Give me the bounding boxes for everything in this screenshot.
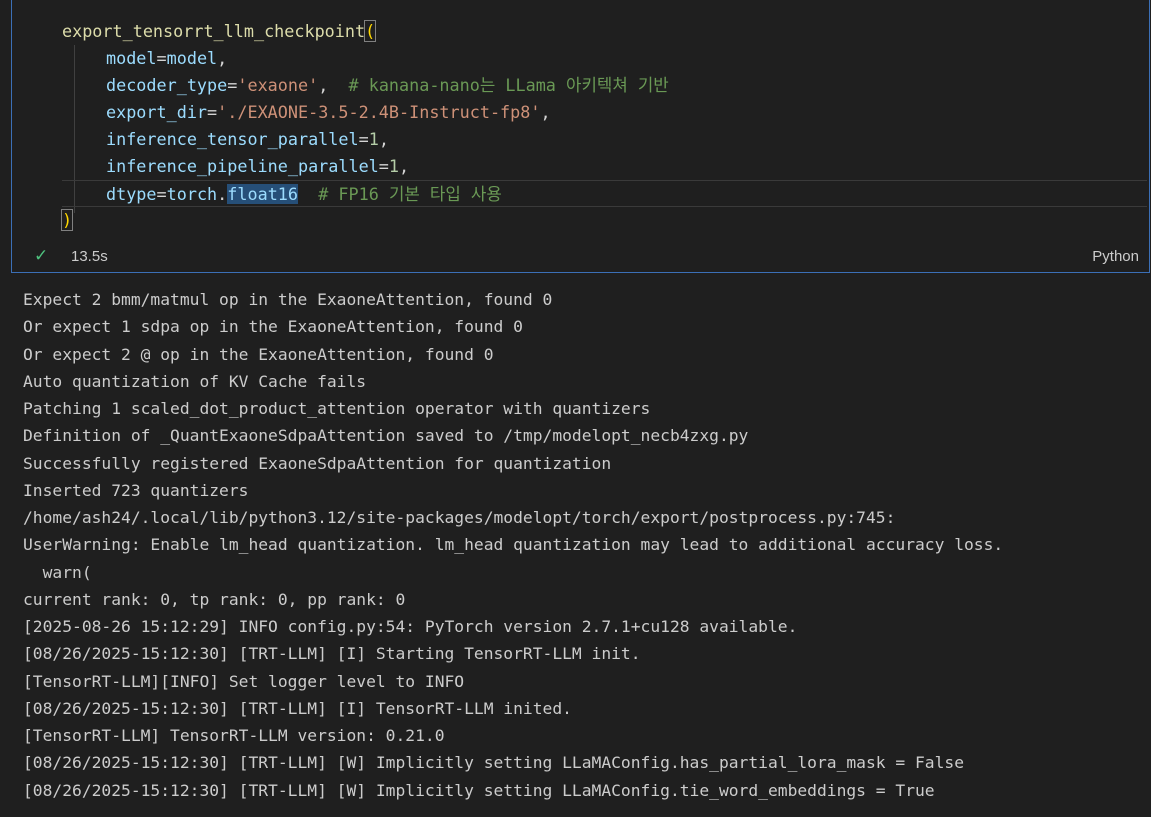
cell-status-bar: ✓ 13.5s Python (12, 242, 1149, 272)
arg-name: dtype (106, 184, 157, 204)
equals-sign: = (156, 48, 167, 68)
output-line: Or expect 2 @ op in the ExaoneAttention,… (23, 344, 494, 364)
output-line: Inserted 723 quantizers (23, 480, 249, 500)
execution-time: 13.5s (71, 248, 108, 265)
check-icon: ✓ (34, 246, 49, 265)
notebook-code-cell[interactable]: export_tensorrt_llm_checkpoint( model=mo… (11, 0, 1150, 273)
comma: , (378, 129, 389, 149)
output-line: UserWarning: Enable lm_head quantization… (23, 535, 1004, 555)
function-name: export_tensorrt_llm_checkpoint (62, 21, 366, 41)
arg-name: inference_pipeline_parallel (106, 156, 379, 176)
output-line: Auto quantization of KV Cache fails (23, 371, 367, 391)
arg-value: model (166, 48, 218, 68)
code-line-arg[interactable]: inference_tensor_parallel=1, (12, 126, 1149, 153)
output-line: [08/26/2025-15:12:30] [TRT-LLM] [W] Impl… (23, 780, 935, 800)
selected-text: float16 (227, 184, 299, 204)
arg-value: 'exaone' (237, 75, 319, 95)
equals-sign: = (378, 156, 389, 176)
code-line-close[interactable]: ) (12, 207, 1149, 234)
equals-sign: = (358, 129, 369, 149)
output-line: warn( (23, 562, 92, 582)
code-line-current[interactable]: dtype=torch.float16 # FP16 기본 타입 사용 (62, 180, 1147, 207)
code-comment: # kanana-nano는 LLama 아키텍쳐 기반 (328, 75, 669, 95)
comma: , (217, 48, 228, 68)
code-comment: # FP16 기본 타입 사용 (298, 184, 502, 204)
comma: , (399, 156, 410, 176)
code-line-arg[interactable]: model=model, (12, 45, 1149, 72)
code-line-call[interactable]: export_tensorrt_llm_checkpoint( (12, 18, 1149, 45)
code-editor[interactable]: export_tensorrt_llm_checkpoint( model=mo… (12, 18, 1149, 234)
module-name: torch (166, 184, 218, 204)
output-line: Successfully registered ExaoneSdpaAttent… (23, 453, 612, 473)
cell-output: Expect 2 bmm/matmul op in the ExaoneAtte… (23, 286, 1148, 804)
comma: , (318, 75, 329, 95)
code-line-arg[interactable]: export_dir='./EXAONE-3.5-2.4B-Instruct-f… (12, 99, 1149, 126)
output-line: [2025-08-26 15:12:29] INFO config.py:54:… (23, 617, 798, 636)
language-selector[interactable]: Python (1092, 248, 1139, 265)
equals-sign: = (227, 75, 238, 95)
output-line: [08/26/2025-15:12:30] [TRT-LLM] [W] Impl… (23, 753, 965, 773)
output-line: Definition of _QuantExaoneSdpaAttention … (23, 426, 749, 446)
output-line: Patching 1 scaled_dot_product_attention … (23, 399, 651, 418)
arg-name: model (106, 48, 157, 68)
equals-sign: = (156, 184, 167, 204)
output-line: [08/26/2025-15:12:30] [TRT-LLM] [I] Tens… (23, 698, 572, 718)
arg-value: 1 (388, 156, 400, 176)
code-line-arg[interactable]: inference_pipeline_parallel=1, (12, 153, 1149, 180)
arg-name: export_dir (106, 102, 208, 122)
open-paren: ( (364, 20, 377, 42)
arg-name: inference_tensor_parallel (106, 129, 359, 149)
arg-value: './EXAONE-3.5-2.4B-Instruct-fp8' (217, 102, 541, 122)
output-line: current rank: 0, tp rank: 0, pp rank: 0 (23, 589, 406, 609)
output-line: [TensorRT-LLM] TensorRT-LLM version: 0.2… (23, 726, 445, 745)
output-line: [08/26/2025-15:12:30] [TRT-LLM] [I] Star… (23, 644, 641, 664)
comma: , (540, 102, 551, 122)
dot: . (217, 184, 228, 204)
output-line: [TensorRT-LLM][INFO] Set logger level to… (23, 671, 465, 691)
output-line: /home/ash24/.local/lib/python3.12/site-p… (23, 508, 896, 527)
output-line: Or expect 1 sdpa op in the ExaoneAttenti… (23, 317, 523, 337)
arg-name: decoder_type (106, 75, 228, 95)
arg-value: 1 (368, 129, 379, 149)
code-line-arg[interactable]: decoder_type='exaone', # kanana-nano는 LL… (12, 72, 1149, 99)
output-line: Expect 2 bmm/matmul op in the ExaoneAtte… (23, 290, 553, 309)
equals-sign: = (207, 102, 218, 122)
close-paren: ) (60, 209, 74, 231)
